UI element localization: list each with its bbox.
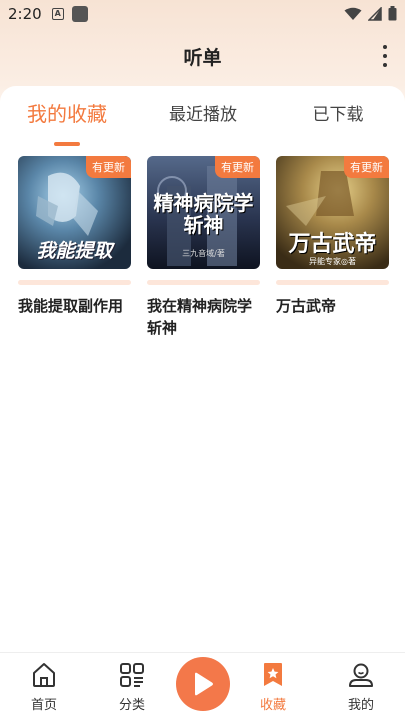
- nav-label: 分类: [118, 698, 145, 713]
- battery-icon: [388, 6, 397, 21]
- nav-favorites[interactable]: 收藏: [243, 659, 303, 715]
- notification-a-icon: A: [51, 8, 64, 20]
- profile-icon: [349, 663, 373, 687]
- book-title[interactable]: 万古武帝: [276, 295, 389, 317]
- book-cover[interactable]: 我能提取 有更新: [18, 156, 131, 269]
- app-header: 听单: [0, 36, 405, 76]
- more-dot-icon: [383, 63, 387, 67]
- cover-title-text: 我能提取: [36, 240, 113, 262]
- book-title[interactable]: 我能提取副作用: [18, 295, 131, 317]
- play-icon: [195, 672, 213, 696]
- cover-title-text: 万古武帝: [288, 231, 377, 257]
- progress-bar: [147, 280, 260, 285]
- update-badge: 有更新: [344, 156, 389, 178]
- book-item[interactable]: 我能提取 有更新 我能提取副作用: [18, 156, 131, 339]
- home-icon: [33, 663, 55, 687]
- cover-title-text: 精神病院学斩神: [153, 191, 254, 237]
- nav-label: 首页: [30, 698, 57, 713]
- book-grid: 我能提取 有更新 我能提取副作用 精神病院学斩神 三九音域/著 有更新 我在精神…: [18, 156, 389, 339]
- signal-icon: [368, 6, 382, 21]
- book-item[interactable]: 精神病院学斩神 三九音域/著 有更新 我在精神病院学斩神: [147, 156, 260, 339]
- book-cover[interactable]: 精神病院学斩神 三九音域/著 有更新: [147, 156, 260, 269]
- more-options-button[interactable]: [379, 45, 391, 67]
- tab-downloaded[interactable]: 已下载: [283, 96, 393, 128]
- nav-category[interactable]: 分类: [102, 659, 162, 715]
- tab-recent[interactable]: 最近播放: [148, 96, 258, 128]
- tab-indicator: [54, 142, 80, 146]
- progress-bar: [276, 280, 389, 285]
- category-icon: [120, 663, 144, 687]
- cover-author-text: 三九音域/著: [182, 249, 225, 258]
- bottom-navigation: 首页 分类 收藏 我的: [0, 652, 405, 720]
- book-title[interactable]: 我在精神病院学斩神: [147, 295, 260, 339]
- nav-label: 收藏: [259, 698, 286, 713]
- tab-bar: 我的收藏 最近播放 已下载: [0, 96, 405, 146]
- progress-bar: [18, 280, 131, 285]
- more-dot-icon: [383, 45, 387, 49]
- page-title: 听单: [183, 46, 222, 69]
- more-dot-icon: [383, 54, 387, 58]
- book-item[interactable]: 万古武帝 异能专家◎著 有更新 万古武帝: [276, 156, 389, 339]
- bookmark-star-icon: [264, 663, 282, 686]
- nav-label: 我的: [347, 698, 374, 713]
- nav-profile[interactable]: 我的: [331, 659, 391, 715]
- tab-favorites[interactable]: 我的收藏: [12, 96, 122, 128]
- book-cover[interactable]: 万古武帝 异能专家◎著 有更新: [276, 156, 389, 269]
- status-time: 2:20: [8, 5, 42, 23]
- status-bar: 2:20 A: [0, 0, 405, 28]
- notification-square-icon: [71, 6, 88, 22]
- status-icons: [344, 6, 397, 21]
- content-card: 我的收藏 最近播放 已下载 我能提取 有更新 我能提取副作用 精神病院学斩神 三…: [0, 86, 405, 652]
- update-badge: 有更新: [215, 156, 260, 178]
- update-badge: 有更新: [86, 156, 131, 178]
- play-button[interactable]: [176, 657, 230, 711]
- cover-author-text: 异能专家◎著: [309, 257, 356, 266]
- wifi-icon: [344, 7, 362, 20]
- nav-home[interactable]: 首页: [14, 659, 74, 715]
